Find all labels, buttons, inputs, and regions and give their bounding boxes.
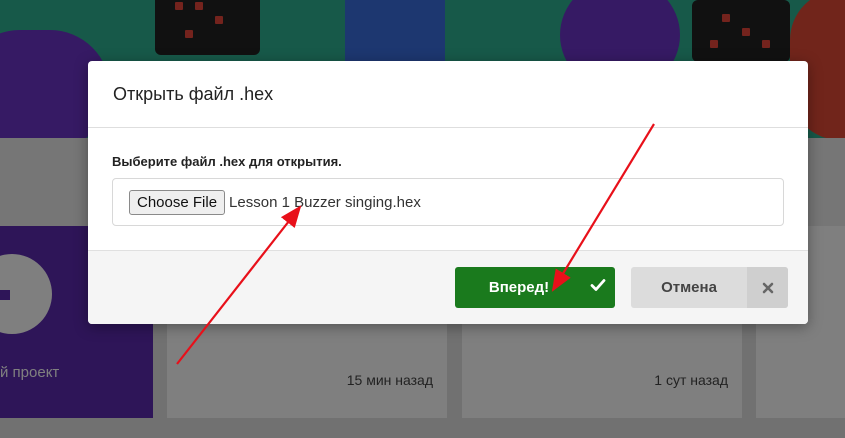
- close-icon: [747, 267, 788, 308]
- selected-file-name: Lesson 1 Buzzer singing.hex: [229, 193, 421, 211]
- go-button-label: Вперед!: [488, 279, 550, 296]
- go-button[interactable]: Вперед!: [455, 267, 615, 308]
- cancel-button-label: Отмена: [661, 279, 717, 296]
- dialog-title: Открыть файл .hex: [113, 83, 274, 104]
- cancel-button[interactable]: Отмена: [631, 267, 788, 308]
- open-hex-dialog: Открыть файл .hex Выберите файл .hex для…: [88, 61, 808, 324]
- choose-file-button[interactable]: Choose File: [129, 189, 226, 215]
- file-input[interactable]: Choose File Lesson 1 Buzzer singing.hex: [112, 178, 784, 226]
- dialog-footer: Вперед! Отмена: [88, 250, 808, 324]
- file-field-label: Выберите файл .hex для открытия.: [112, 154, 342, 169]
- dialog-header: Открыть файл .hex: [88, 61, 808, 128]
- dialog-body: Выберите файл .hex для открытия. Choose …: [88, 128, 808, 250]
- check-icon: [583, 278, 613, 297]
